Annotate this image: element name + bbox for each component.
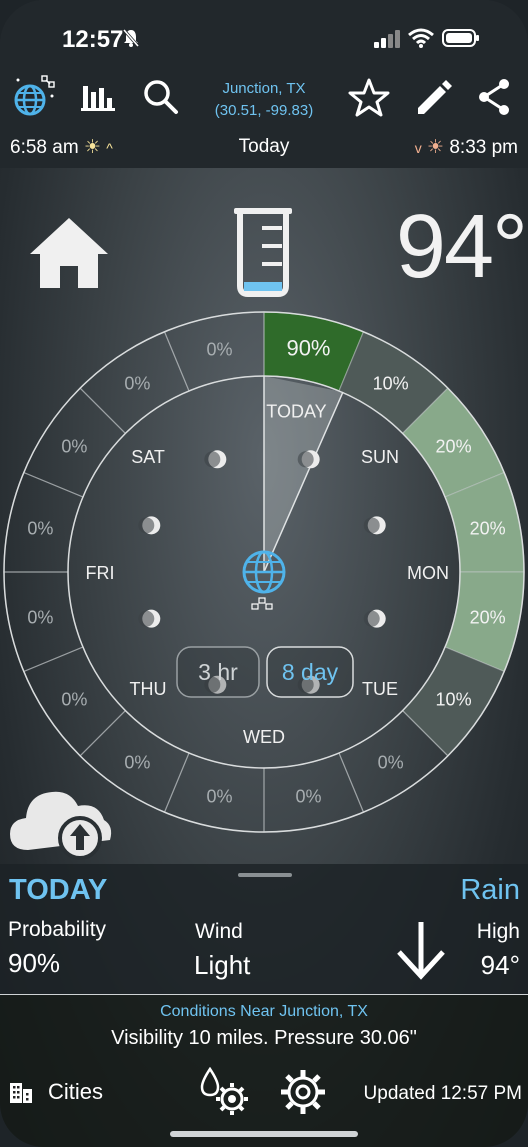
mode-3hr-button[interactable]: 3 hr xyxy=(176,646,260,698)
probability-label: 0% xyxy=(207,787,233,807)
mode-8day-label: 8 day xyxy=(282,659,339,685)
edit-pencil-icon[interactable] xyxy=(410,74,456,120)
probability-label: 0% xyxy=(207,339,233,359)
precip-settings-icon[interactable] xyxy=(200,1067,250,1117)
moon-phase-icon xyxy=(138,516,161,535)
probability-label: 10% xyxy=(373,373,409,393)
status-bar: 12:57 xyxy=(0,0,528,60)
chevron-down-icon: v xyxy=(414,140,422,156)
search-icon[interactable] xyxy=(138,74,184,120)
high-value: 94° xyxy=(480,950,520,980)
conditions-text: Visibility 10 miles. Pressure 30.06" xyxy=(111,1027,417,1049)
cloud-upload-icon[interactable] xyxy=(8,780,114,860)
status-time: 12:57 xyxy=(62,26,124,53)
probability-label: 20% xyxy=(470,607,506,627)
battery-icon xyxy=(442,29,479,47)
precipitation-dial: 90% 10% 20% 20% 20% 10% 0% 0% 0% 0% 0% 0% 0% 0% 0% 0% T… xyxy=(3,311,525,833)
drag-handle[interactable] xyxy=(238,873,292,877)
moon-phase-icon xyxy=(363,609,386,628)
location-label[interactable]: Junction, TX (30.51, -99.83) xyxy=(180,78,348,122)
moon-phase-icon xyxy=(138,609,161,628)
probability-label: 0% xyxy=(124,373,150,393)
sunset-time: 8:33 pm xyxy=(449,137,518,158)
day-label-tue[interactable]: TUE xyxy=(362,679,398,699)
current-temperature: 94° xyxy=(395,197,528,297)
day-label-thu[interactable]: THU xyxy=(130,679,167,699)
probability-label: 0% xyxy=(378,753,404,773)
cities-button[interactable]: Cities xyxy=(8,1079,103,1105)
probability-label: 0% xyxy=(124,753,150,773)
location-coords: (30.51, -99.83) xyxy=(214,102,314,119)
gear-icon[interactable] xyxy=(278,1067,328,1117)
day-label-fri[interactable]: FRI xyxy=(86,563,115,583)
probability-label: 20% xyxy=(470,519,506,539)
mode-3hr-label: 3 hr xyxy=(198,659,238,685)
probability-value: 90% xyxy=(8,948,61,978)
precip-type: Rain xyxy=(460,874,520,906)
day-label-sun[interactable]: SUN xyxy=(361,447,399,467)
cities-label: Cities xyxy=(48,1079,104,1104)
high-label: High xyxy=(476,920,520,943)
wind-direction-arrow-icon xyxy=(397,922,445,980)
day-label-mon[interactable]: MON xyxy=(407,563,449,583)
home-indicator[interactable] xyxy=(170,1131,358,1137)
beaker-icon[interactable] xyxy=(232,206,294,298)
day-label-sat[interactable]: SAT xyxy=(131,447,165,467)
share-icon[interactable] xyxy=(472,74,518,120)
app-screen: 12:57 Junction, TX (30.51, -99.83) 6:58 … xyxy=(0,0,528,1147)
probability-label: 0% xyxy=(27,607,53,627)
sun-times-row: 6:58 am ☀ ^ Today v ☀ 8:33 pm xyxy=(0,136,528,166)
mode-8day-button[interactable]: 8 day xyxy=(266,646,354,698)
star-icon[interactable] xyxy=(346,74,392,120)
probability-label: 0% xyxy=(61,436,87,456)
silent-bell-icon xyxy=(122,28,140,53)
probability-label: 90% xyxy=(286,335,330,360)
summary-panel[interactable]: TODAY Rain Probability 90% Wind Light Hi… xyxy=(0,864,528,994)
location-name: Junction, TX xyxy=(222,80,306,97)
day-label-today[interactable]: TODAY xyxy=(266,401,326,421)
globe-satellite-icon[interactable] xyxy=(12,74,58,120)
setting-sun-icon: ☀ xyxy=(427,137,445,158)
probability-label: Probability xyxy=(8,918,107,941)
probability-label: 0% xyxy=(61,690,87,710)
top-toolbar: Junction, TX (30.51, -99.83) 6:58 am ☀ ^… xyxy=(0,60,528,168)
chart-bars-icon[interactable] xyxy=(78,74,124,120)
signal-icon xyxy=(374,30,400,48)
wind-value: Light xyxy=(194,950,251,980)
moon-phase-icon xyxy=(363,516,386,535)
moon-phase-icon xyxy=(204,450,227,469)
home-icon[interactable] xyxy=(28,216,110,290)
probability-label: 10% xyxy=(436,690,472,710)
wind-label: Wind xyxy=(195,920,243,943)
updated-time: Updated 12:57 PM xyxy=(363,1083,522,1104)
wifi-icon xyxy=(408,28,434,48)
moon-phase-icon xyxy=(297,450,320,469)
day-label-wed[interactable]: WED xyxy=(243,727,285,747)
conditions-title: Conditions Near Junction, TX xyxy=(160,1003,368,1020)
conditions-footer: Conditions Near Junction, TX Visibility … xyxy=(0,994,528,1147)
buildings-icon xyxy=(10,1083,32,1103)
probability-label: 20% xyxy=(436,436,472,456)
summary-title: TODAY xyxy=(9,874,108,906)
probability-label: 0% xyxy=(27,519,53,539)
probability-label: 0% xyxy=(295,787,321,807)
sunset[interactable]: v ☀ 8:33 pm xyxy=(415,136,518,159)
